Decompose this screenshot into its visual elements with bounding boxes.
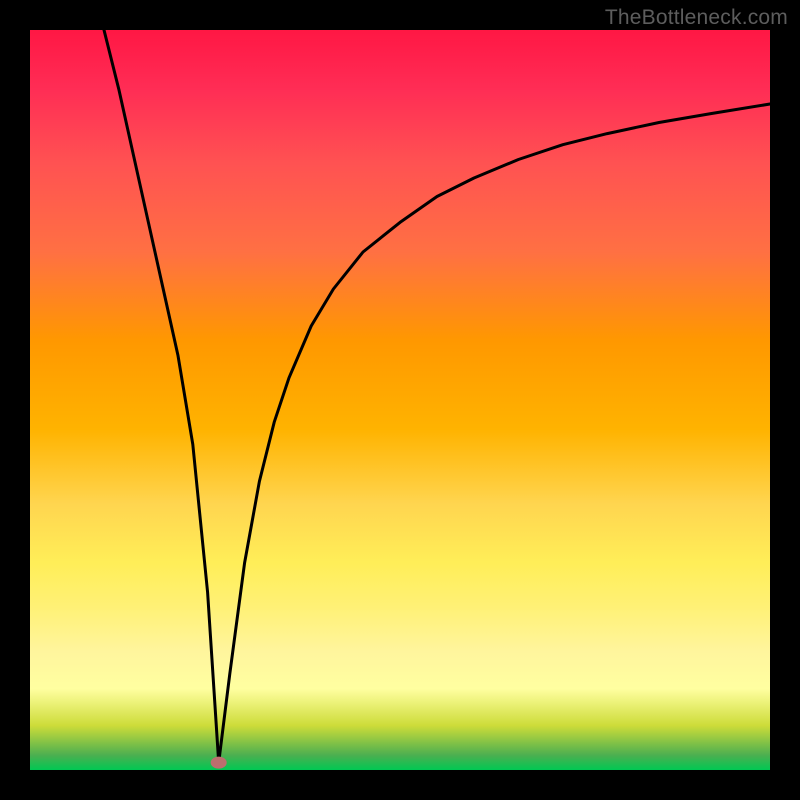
minimum-marker-dot	[211, 757, 227, 769]
watermark-text: TheBottleneck.com	[605, 6, 788, 30]
plot-area	[30, 30, 770, 770]
bottleneck-curve-line	[104, 30, 770, 763]
chart-container: TheBottleneck.com	[0, 0, 800, 800]
curve-svg	[30, 30, 770, 770]
